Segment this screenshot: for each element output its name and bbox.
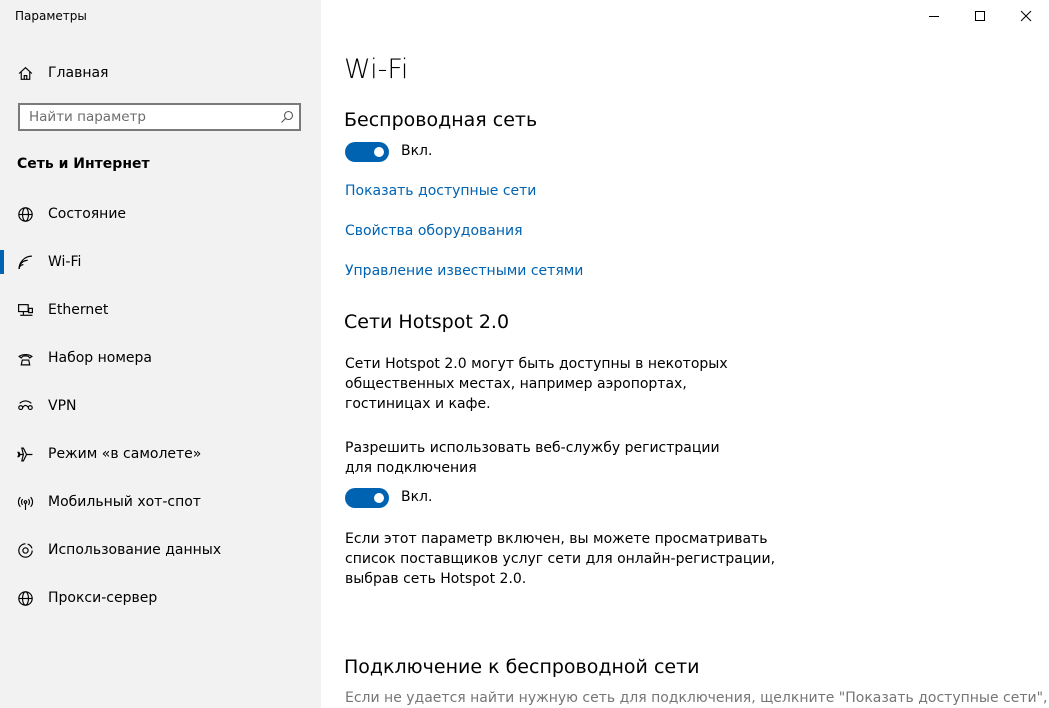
maximize-button[interactable]: [957, 0, 1003, 32]
sidebar-item-wifi[interactable]: Wi-Fi: [0, 238, 321, 286]
sidebar-item-data-usage[interactable]: Использование данных: [0, 526, 321, 574]
sidebar-item-label: Использование данных: [48, 542, 222, 558]
hardware-properties-link[interactable]: Свойства оборудования: [345, 223, 523, 239]
selection-indicator: [0, 250, 4, 274]
sidebar-item-proxy[interactable]: Прокси-сервер: [0, 574, 321, 622]
sidebar-item-dialup[interactable]: Набор номера: [0, 334, 321, 382]
sidebar-item-label: Набор номера: [48, 350, 153, 366]
titlebar-controls: [911, 0, 1049, 32]
sidebar-item-label: VPN: [48, 398, 77, 414]
ethernet-icon: [16, 301, 34, 319]
search-input[interactable]: [20, 105, 279, 129]
maximize-icon: [974, 7, 986, 26]
hotspot-registration-toggle[interactable]: [345, 488, 389, 508]
search-icon[interactable]: [279, 109, 295, 125]
sidebar-item-ethernet[interactable]: Ethernet: [0, 286, 321, 334]
manage-known-networks-link[interactable]: Управление известными сетями: [345, 263, 583, 279]
sidebar-item-label: Режим «в самолете»: [48, 446, 202, 462]
hotspot-setting-label: Разрешить использовать веб-службу регист…: [345, 440, 720, 476]
wireless-heading: Беспроводная сеть: [344, 109, 538, 131]
sidebar-item-airplane[interactable]: Режим «в самолете»: [0, 430, 321, 478]
minimize-icon: [928, 7, 940, 26]
wifi-icon: [16, 253, 34, 271]
sidebar-item-label: Состояние: [48, 206, 127, 222]
close-icon: [1020, 7, 1032, 26]
app-title: Параметры: [15, 9, 87, 23]
wireless-toggle[interactable]: [345, 142, 389, 162]
sidebar-item-label: Ethernet: [48, 302, 109, 318]
sidebar-item-status[interactable]: Состояние: [0, 190, 321, 238]
wireless-toggle-label: Вкл.: [401, 143, 433, 159]
hotspot-icon: [16, 493, 34, 511]
hotspot-note: Если этот параметр включен, вы можете пр…: [345, 531, 776, 587]
proxy-icon: [16, 589, 34, 607]
minimize-button[interactable]: [911, 0, 957, 32]
sidebar-item-vpn[interactable]: VPN: [0, 382, 321, 430]
connect-heading: Подключение к беспроводной сети: [344, 656, 700, 678]
data-usage-icon: [16, 541, 34, 559]
home-icon: [16, 64, 34, 82]
sidebar-item-label: Мобильный хот-спот: [48, 494, 201, 510]
sidebar: Параметры Главная Сеть и Интернет Состоя…: [0, 0, 321, 708]
nav-list: Состояние Wi-Fi Ethernet Набор номера VP…: [0, 190, 321, 622]
hotspot-toggle-label: Вкл.: [401, 489, 433, 505]
section-title: Сеть и Интернет: [17, 156, 150, 172]
nav-home[interactable]: Главная: [0, 56, 321, 90]
toggle-knob: [374, 147, 384, 157]
connect-description: Если не удается найти нужную сеть для по…: [345, 690, 1048, 706]
hotspot-description: Сети Hotspot 2.0 могут быть доступны в н…: [345, 356, 728, 412]
airplane-icon: [16, 445, 34, 463]
sidebar-item-label: Прокси-сервер: [48, 590, 158, 606]
globe-icon: [16, 205, 34, 223]
settings-window: Параметры Главная Сеть и Интернет Состоя…: [0, 0, 1049, 708]
nav-home-label: Главная: [48, 65, 109, 81]
sidebar-item-hotspot[interactable]: Мобильный хот-спот: [0, 478, 321, 526]
search-box[interactable]: [18, 103, 301, 131]
hotspot-heading: Сети Hotspot 2.0: [344, 311, 510, 333]
sidebar-item-label: Wi-Fi: [48, 254, 82, 270]
page-title: Wi-Fi: [344, 54, 409, 85]
close-button[interactable]: [1003, 0, 1049, 32]
vpn-icon: [16, 397, 34, 415]
show-available-networks-link[interactable]: Показать доступные сети: [345, 183, 536, 199]
dialup-icon: [16, 349, 34, 367]
main-content: Wi-Fi Беспроводная сеть Вкл. Показать до…: [321, 0, 1049, 708]
toggle-knob: [374, 493, 384, 503]
